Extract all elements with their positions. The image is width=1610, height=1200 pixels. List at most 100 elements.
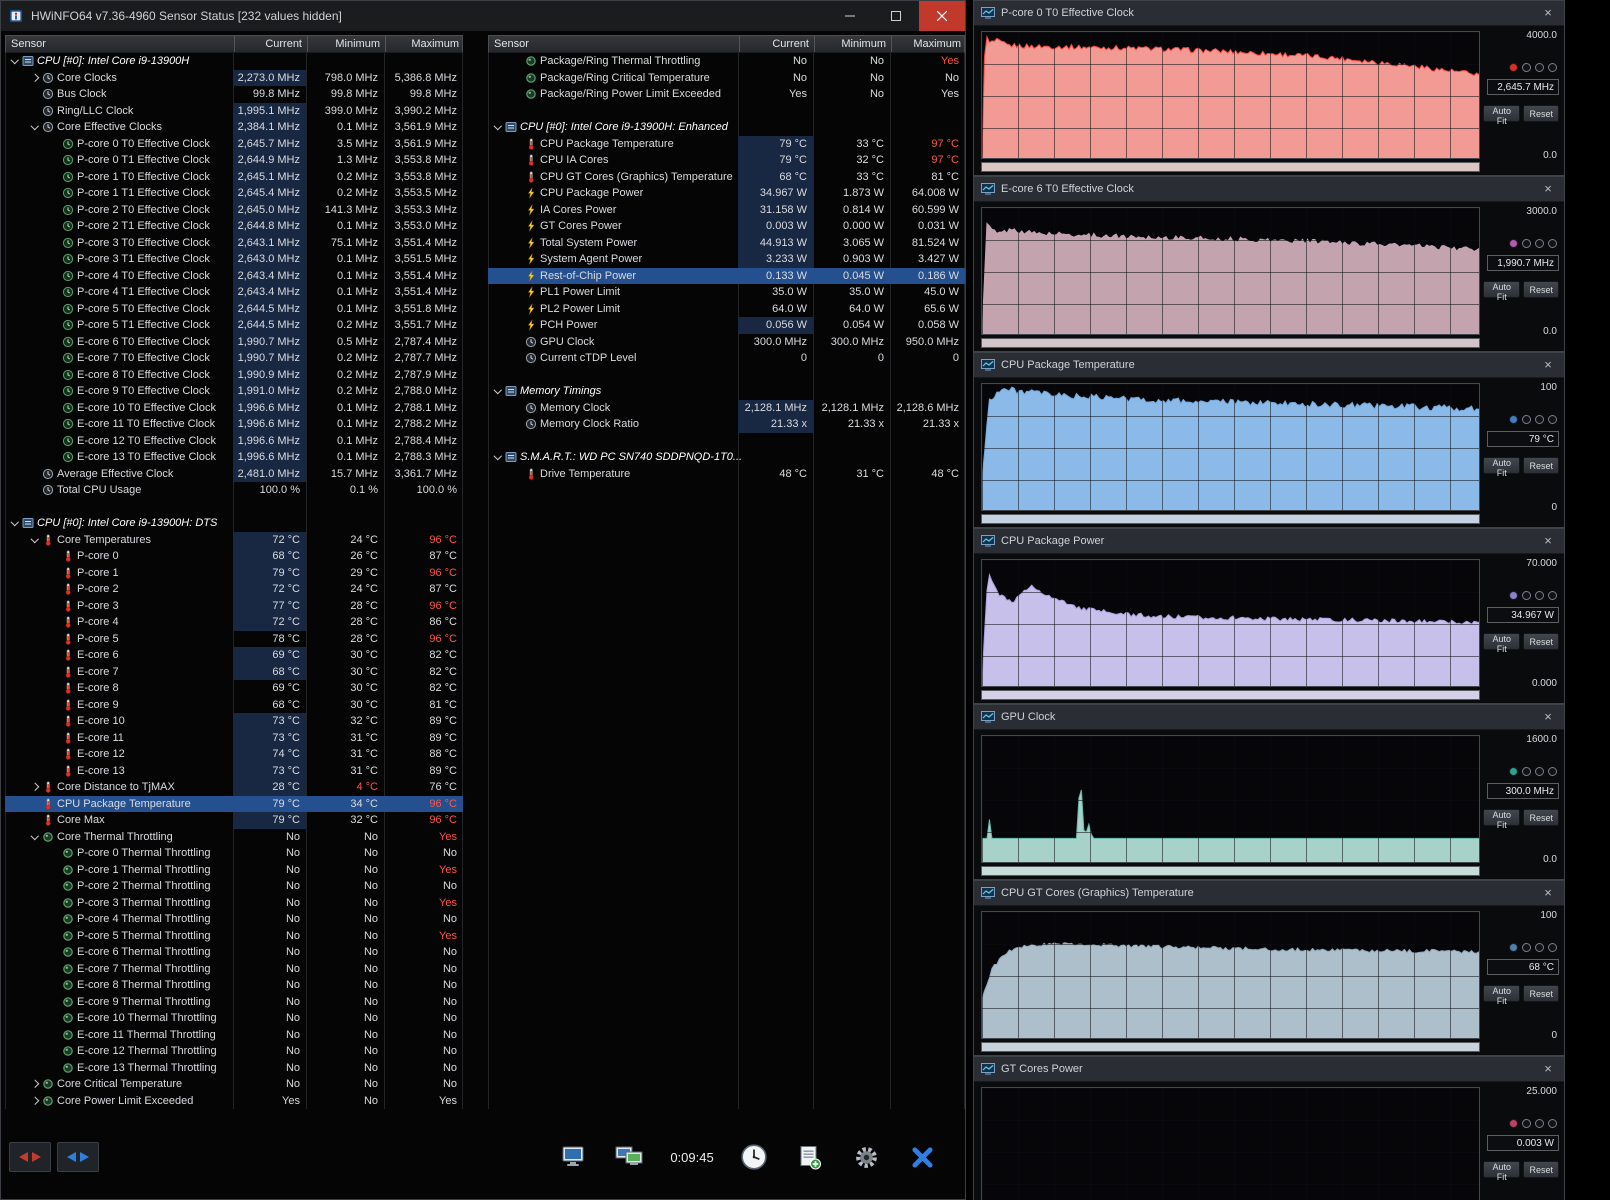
sensor-row[interactable]: P-core 3 Thermal ThrottlingNoNoYes — [5, 895, 463, 912]
sensor-row[interactable]: P-core 0 Thermal ThrottlingNoNoNo — [5, 845, 463, 862]
auto-fit-button[interactable]: Auto Fit — [1483, 281, 1520, 298]
option-circle[interactable] — [1535, 767, 1544, 776]
graph-scrollbar[interactable] — [981, 690, 1480, 700]
sensor-row[interactable]: Core Power Limit ExceededYesNoYes — [5, 1093, 463, 1110]
sensor-row[interactable]: Package/Ring Thermal ThrottlingNoNoYes — [488, 53, 965, 70]
sensor-row[interactable]: Memory Clock2,128.1 MHz2,128.1 MHz2,128.… — [488, 400, 965, 417]
sensor-row[interactable]: E-core 10 T0 Effective Clock1,996.6 MHz0… — [5, 400, 463, 417]
sensor-row[interactable]: E-core 6 T0 Effective Clock1,990.7 MHz0.… — [5, 334, 463, 351]
sensor-row[interactable]: Core Temperatures72 °C24 °C96 °C — [5, 532, 463, 549]
option-circle[interactable] — [1535, 1119, 1544, 1128]
sensor-row[interactable]: P-core 2 T0 Effective Clock2,645.0 MHz14… — [5, 202, 463, 219]
sensor-row[interactable]: P-core 5 Thermal ThrottlingNoNoYes — [5, 928, 463, 945]
option-circle[interactable] — [1522, 63, 1531, 72]
collapse-chevron-icon[interactable] — [9, 517, 21, 529]
series-color-dot[interactable] — [1509, 239, 1518, 248]
column-header-current[interactable]: Current — [739, 36, 814, 52]
option-circle[interactable] — [1522, 591, 1531, 600]
close-icon[interactable]: × — [1539, 4, 1557, 22]
sensor-row[interactable]: Bus Clock99.8 MHz99.8 MHz99.8 MHz — [5, 86, 463, 103]
column-header-current[interactable]: Current — [234, 36, 307, 52]
sensor-row[interactable]: Drive Temperature48 °C31 °C48 °C — [488, 466, 965, 483]
sensor-row[interactable]: E-core 12 Thermal ThrottlingNoNoNo — [5, 1043, 463, 1060]
reset-button[interactable]: Reset — [1523, 1161, 1559, 1178]
maximize-button[interactable] — [873, 1, 919, 31]
sensor-row[interactable]: PL1 Power Limit35.0 W35.0 W45.0 W — [488, 284, 965, 301]
series-color-dot[interactable] — [1509, 1119, 1518, 1128]
sensor-row[interactable]: CPU Package Temperature79 °C33 °C97 °C — [488, 136, 965, 153]
graph-titlebar[interactable]: E-core 6 T0 Effective Clock× — [974, 177, 1564, 202]
column-header-minimum[interactable]: Minimum — [814, 36, 891, 52]
column-header-maximum[interactable]: Maximum — [891, 36, 966, 52]
sensor-row[interactable]: Ring/LLC Clock1,995.1 MHz399.0 MHz3,990.… — [5, 103, 463, 120]
sensor-row[interactable]: P-core 5 T1 Effective Clock2,644.5 MHz0.… — [5, 317, 463, 334]
expand-chevron-icon[interactable] — [29, 781, 41, 793]
sensor-row[interactable]: IA Cores Power31.158 W0.814 W60.599 W — [488, 202, 965, 219]
sensor-row[interactable]: Package/Ring Critical TemperatureNoNoNo — [488, 70, 965, 87]
auto-fit-button[interactable]: Auto Fit — [1483, 457, 1520, 474]
sensor-row[interactable]: P-core 1 T1 Effective Clock2,645.4 MHz0.… — [5, 185, 463, 202]
sensor-row[interactable]: PL2 Power Limit64.0 W64.0 W65.6 W — [488, 301, 965, 318]
sensor-row[interactable]: P-core 0 T1 Effective Clock2,644.9 MHz1.… — [5, 152, 463, 169]
sensor-row[interactable]: CPU [#0]: Intel Core i9-13900H — [5, 53, 463, 70]
auto-fit-button[interactable]: Auto Fit — [1483, 105, 1520, 122]
graph-titlebar[interactable]: GT Cores Power× — [974, 1057, 1564, 1082]
graph-titlebar[interactable]: CPU Package Power× — [974, 529, 1564, 554]
sensor-row[interactable]: E-core 10 Thermal ThrottlingNoNoNo — [5, 1010, 463, 1027]
blue-arrows-button[interactable] — [57, 1142, 99, 1172]
series-color-dot[interactable] — [1509, 415, 1518, 424]
reset-button[interactable]: Reset — [1523, 105, 1559, 122]
sensor-row[interactable]: P-core 179 °C29 °C96 °C — [5, 565, 463, 582]
clock-button[interactable] — [733, 1136, 775, 1178]
sensor-row[interactable]: P-core 2 Thermal ThrottlingNoNoNo — [5, 878, 463, 895]
graph-titlebar[interactable]: GPU Clock× — [974, 705, 1564, 730]
option-circle[interactable] — [1522, 767, 1531, 776]
close-icon[interactable]: × — [1539, 356, 1557, 374]
expand-chevron-icon[interactable] — [29, 72, 41, 84]
sensor-row[interactable]: E-core 7 Thermal ThrottlingNoNoNo — [5, 961, 463, 978]
series-color-dot[interactable] — [1509, 591, 1518, 600]
option-circle[interactable] — [1548, 415, 1557, 424]
close-button[interactable] — [919, 1, 965, 31]
collapse-chevron-icon[interactable] — [29, 121, 41, 133]
option-circle[interactable] — [1548, 943, 1557, 952]
graph-titlebar[interactable]: P-core 0 T0 Effective Clock× — [974, 1, 1564, 26]
sensor-row[interactable]: E-core 768 °C30 °C82 °C — [5, 664, 463, 681]
sensor-row[interactable]: Core Clocks2,273.0 MHz798.0 MHz5,386.8 M… — [5, 70, 463, 87]
sensor-row[interactable]: Current cTDP Level000 — [488, 350, 965, 367]
collapse-chevron-icon[interactable] — [492, 451, 504, 463]
sensor-row[interactable]: S.M.A.R.T.: WD PC SN740 SDDPNQD-1T0... — [488, 449, 965, 466]
sensor-row[interactable]: P-core 578 °C28 °C96 °C — [5, 631, 463, 648]
sensor-row[interactable]: E-core 968 °C30 °C81 °C — [5, 697, 463, 714]
sensor-row[interactable]: GT Cores Power0.003 W0.000 W0.031 W — [488, 218, 965, 235]
auto-fit-button[interactable]: Auto Fit — [1483, 633, 1520, 650]
option-circle[interactable] — [1535, 63, 1544, 72]
sensor-row[interactable]: E-core 1373 °C31 °C89 °C — [5, 763, 463, 780]
sensor-row[interactable]: Rest-of-Chip Power0.133 W0.045 W0.186 W — [488, 268, 965, 285]
sensor-row[interactable]: CPU Package Temperature79 °C34 °C96 °C — [5, 796, 463, 813]
sensor-row[interactable]: E-core 669 °C30 °C82 °C — [5, 647, 463, 664]
sensor-row[interactable]: Total System Power44.913 W3.065 W81.524 … — [488, 235, 965, 252]
sensor-row[interactable]: P-core 5 T0 Effective Clock2,644.5 MHz0.… — [5, 301, 463, 318]
sensor-row[interactable]: Average Effective Clock2,481.0 MHz15.7 M… — [5, 466, 463, 483]
collapse-chevron-icon[interactable] — [9, 55, 21, 67]
column-header-minimum[interactable]: Minimum — [307, 36, 385, 52]
reset-button[interactable]: Reset — [1523, 809, 1559, 826]
sensor-row[interactable]: P-core 272 °C24 °C87 °C — [5, 581, 463, 598]
sensor-row[interactable]: GPU Clock300.0 MHz300.0 MHz950.0 MHz — [488, 334, 965, 351]
remote-monitor-button[interactable] — [609, 1136, 651, 1178]
sensor-row[interactable]: PCH Power0.056 W0.054 W0.058 W — [488, 317, 965, 334]
graph-titlebar[interactable]: CPU GT Cores (Graphics) Temperature× — [974, 881, 1564, 906]
sensor-row[interactable]: CPU [#0]: Intel Core i9-13900H: DTS — [5, 515, 463, 532]
sensor-row[interactable]: E-core 1173 °C31 °C89 °C — [5, 730, 463, 747]
auto-fit-button[interactable]: Auto Fit — [1483, 985, 1520, 1002]
sensor-row[interactable]: E-core 11 T0 Effective Clock1,996.6 MHz0… — [5, 416, 463, 433]
close-icon[interactable]: × — [1539, 532, 1557, 550]
sensor-row[interactable]: Core Distance to TjMAX28 °C4 °C76 °C — [5, 779, 463, 796]
option-circle[interactable] — [1548, 1119, 1557, 1128]
sensor-row[interactable]: Memory Clock Ratio21.33 x21.33 x21.33 x — [488, 416, 965, 433]
sensor-row[interactable]: P-core 2 T1 Effective Clock2,644.8 MHz0.… — [5, 218, 463, 235]
sensor-row[interactable]: P-core 3 T0 Effective Clock2,643.1 MHz75… — [5, 235, 463, 252]
close-icon[interactable]: × — [1539, 884, 1557, 902]
titlebar[interactable]: HWiNFO64 v7.36-4960 Sensor Status [232 v… — [1, 1, 965, 31]
